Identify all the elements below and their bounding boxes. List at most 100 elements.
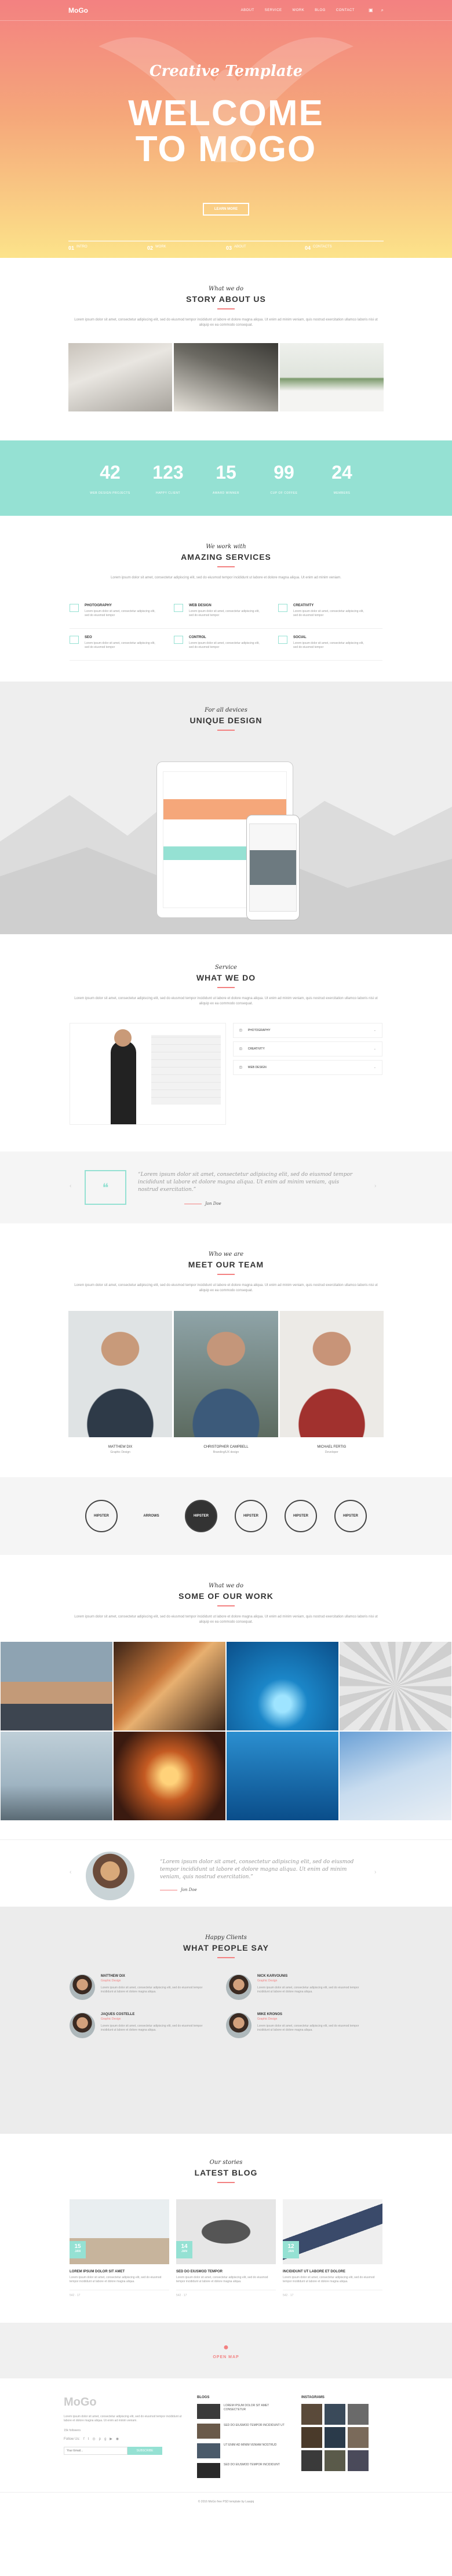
blog-title: LOREM IPSUM DOLOR SIT AMET CONSECTETUR <box>224 2404 269 2411</box>
post-title[interactable]: INCIDIDUNT UT LABORE ET DOLORE <box>283 2270 382 2273</box>
work-item[interactable] <box>113 1641 226 1731</box>
service-title: CONTROL <box>189 636 206 639</box>
review-item: MIKE KRONOS Graphic Design Lorem ipsum dol… <box>226 2013 382 2038</box>
chevron-right-icon[interactable]: › <box>374 1869 376 1875</box>
service-desc: Lorem ipsum dolor sit amet, consectetur … <box>293 642 364 649</box>
nav-item-about[interactable]: ABOUT <box>241 9 254 12</box>
reviewer-name: MIKE KRONOS <box>257 2013 283 2016</box>
team-member[interactable]: MATTHEW DIX Graphic Design <box>68 1311 173 1454</box>
instagram-photo[interactable] <box>348 2404 369 2425</box>
review-item: JAQUES COSTELLE Graphic Design Lorem ipsum… <box>70 2013 226 2038</box>
unique-header: For all devices UNIQUE DESIGN <box>0 682 452 731</box>
instagram-photo[interactable] <box>325 2427 345 2448</box>
footer-blog-item[interactable]: SED DO EIUSMOD TEMPOR INCIDIDUNT UT <box>197 2424 290 2439</box>
map-section[interactable]: ● OPEN MAP <box>0 2323 452 2378</box>
section-text: Lorem ipsum dolor sit amet, consectetur … <box>111 576 341 580</box>
instagram-photo[interactable] <box>301 2404 322 2425</box>
footer-logo[interactable]: MoGo <box>64 2396 185 2409</box>
hero-section: MoGo ABOUT SERVICE WORK BLOG CONTACT ▣ ⌕… <box>0 0 452 258</box>
accordion-item-web-design[interactable]: ◫ WEB DESIGN ⌄ <box>233 1060 382 1075</box>
instagram-photo[interactable] <box>325 2404 345 2425</box>
nav-icons: ▣ ⌕ <box>369 8 384 13</box>
section-title: SOME OF OUR WORK <box>178 1591 274 1601</box>
facebook-icon[interactable]: f <box>83 2437 85 2441</box>
nav-item-contact[interactable]: CONTACT <box>336 9 355 12</box>
open-map-link[interactable]: OPEN MAP <box>213 2355 239 2359</box>
twitter-icon[interactable]: t <box>88 2437 89 2441</box>
blog-post[interactable]: 12 JAN INCIDIDUNT UT LABORE ET DOLORE Lor… <box>283 2199 382 2297</box>
section-subtitle: What we do <box>209 286 243 292</box>
team-member[interactable]: MICHAEL FERTIG Developer <box>279 1311 384 1454</box>
monitor-icon <box>174 604 183 612</box>
learn-more-button[interactable]: LEARN MORE <box>203 203 249 216</box>
section-divider <box>217 1957 235 1958</box>
service-item: WEB DESIGN Lorem ipsum dolor sit amet, co… <box>174 597 278 629</box>
instagram-icon[interactable]: ◎ <box>92 2437 95 2441</box>
dribbble-icon[interactable]: ◉ <box>116 2437 119 2441</box>
section-title: UNIQUE DESIGN <box>189 716 263 725</box>
work-item[interactable] <box>339 1731 452 1821</box>
blog-thumb <box>197 2463 220 2478</box>
stats-section: 42 WEB DESIGN PROJECTS 123 HAPPY CLIENT 15… <box>0 440 452 516</box>
instagram-photo[interactable] <box>301 2450 322 2471</box>
chevron-left-icon[interactable]: ‹ <box>70 1183 71 1189</box>
google-plus-icon[interactable]: g <box>104 2437 106 2441</box>
instagram-photo[interactable] <box>348 2450 369 2471</box>
nav-item-service[interactable]: SERVICE <box>265 9 282 12</box>
services-section: We work with AMAZING SERVICES Lorem ipsu… <box>0 516 452 682</box>
accordion-item-creativity[interactable]: ◫ CREATIVITY ⌄ <box>233 1041 382 1056</box>
instagram-photo[interactable] <box>325 2450 345 2471</box>
what-we-do-section: Service WHAT WE DO Lorem ipsum dolor sit… <box>0 934 452 1152</box>
chevron-left-icon[interactable]: ‹ <box>70 1869 71 1875</box>
site-logo[interactable]: MoGo <box>68 6 88 14</box>
service-desc: Lorem ipsum dolor sit amet, consectetur … <box>189 610 260 617</box>
instagram-photo[interactable] <box>301 2427 322 2448</box>
work-item[interactable] <box>113 1731 226 1821</box>
post-meta: 542 · 17 <box>70 2290 169 2297</box>
chart-icon <box>70 636 79 644</box>
reviewer-name: JAQUES COSTELLE <box>101 2013 135 2016</box>
service-desc: Lorem ipsum dolor sit amet, consectetur … <box>85 610 155 617</box>
review-text: Lorem ipsum dolor sit amet, consectetur … <box>257 2024 359 2032</box>
footer-blog-item[interactable]: LOREM IPSUM DOLOR SIT AMET CONSECTETUR <box>197 2404 290 2419</box>
stat-value: 24 <box>331 461 352 483</box>
instagram-photo[interactable] <box>348 2427 369 2448</box>
pinterest-icon[interactable]: p <box>99 2437 101 2441</box>
review-item: NICK KARVOUNIS Graphic Design Lorem ipsum … <box>226 1974 382 2000</box>
work-item[interactable] <box>0 1641 113 1731</box>
footer-blog-item[interactable]: UT ENIM AD MINIM VENIAM NOSTRUD <box>197 2443 290 2458</box>
service-title: SEO <box>85 636 92 639</box>
people-header: Happy Clients WHAT PEOPLE SAY <box>0 1934 452 1958</box>
hero-tab-work[interactable]: 02 WORK <box>147 241 226 258</box>
hero-tab-contacts[interactable]: 04 CONTACTS <box>305 241 384 258</box>
testimonial-author: Jon Doe <box>160 1888 197 1892</box>
subscribe-button[interactable]: SUBSCRIBE <box>127 2447 162 2455</box>
work-item[interactable] <box>339 1641 452 1731</box>
cart-icon[interactable]: ▣ <box>369 8 373 13</box>
search-icon[interactable]: ⌕ <box>381 8 384 13</box>
youtube-icon[interactable]: ▶ <box>110 2437 112 2441</box>
footer-blog-item[interactable]: SED DO EIUSMOD TEMPOR INCIDIDUNT <box>197 2463 290 2478</box>
post-title[interactable]: SED DO EIUSMOD TEMPOR <box>176 2270 276 2273</box>
post-title[interactable]: LOREM IPSUM DOLOR SIT AMET <box>70 2270 169 2273</box>
team-member[interactable]: CHRISTOPHER CAMPBELL Branding/UX design <box>174 1311 278 1454</box>
email-input[interactable] <box>64 2447 127 2455</box>
chevron-right-icon[interactable]: › <box>374 1183 376 1189</box>
reviewer-role: Graphic Design <box>101 1979 121 1983</box>
blog-title: SED DO EIUSMOD TEMPOR INCIDIDUNT <box>224 2463 280 2466</box>
work-item[interactable] <box>0 1731 113 1821</box>
hero-tab-intro[interactable]: 01 INTRO <box>68 241 147 258</box>
work-item[interactable] <box>226 1731 339 1821</box>
work-item[interactable] <box>226 1641 339 1731</box>
nav-item-work[interactable]: WORK <box>293 9 305 12</box>
follow-label: Follow Us: <box>64 2437 81 2441</box>
hero-tab-about[interactable]: 03 ABOUT <box>226 241 305 258</box>
blog-post[interactable]: 15 JAN LOREM IPSUM DOLOR SIT AMET Lorem i… <box>70 2199 169 2297</box>
blog-post[interactable]: 14 JAN SED DO EIUSMOD TEMPOR Lorem ipsum … <box>176 2199 276 2297</box>
nav-item-blog[interactable]: BLOG <box>315 9 326 12</box>
accordion-item-photography[interactable]: ◫ PHOTOGRAPHY ⌄ <box>233 1023 382 1038</box>
quote-author: Jon Doe <box>184 1201 221 1206</box>
client-logo: HIPSTER <box>235 1500 267 1532</box>
member-photo <box>279 1311 384 1437</box>
footer-about: MoGo Lorem ipsum dolor sit amet, consect… <box>64 2396 185 2483</box>
